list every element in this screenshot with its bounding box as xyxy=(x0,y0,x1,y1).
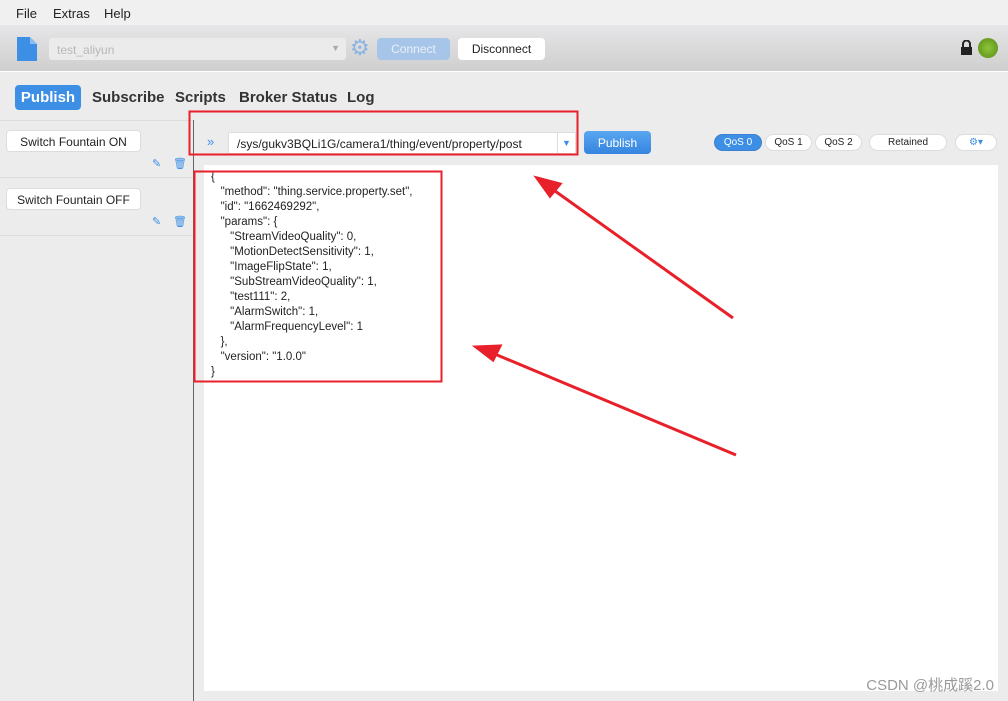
edit-icon[interactable]: ✎ xyxy=(152,157,161,170)
disconnect-button[interactable]: Disconnect xyxy=(458,38,545,60)
options-gear-icon[interactable]: ⚙▾ xyxy=(955,134,997,151)
topic-input[interactable]: /sys/gukv3BQLi1G/camera1/thing/event/pro… xyxy=(228,132,576,154)
qos-0-button[interactable]: QoS 0 xyxy=(714,134,762,151)
profile-select[interactable]: test_aliyun ▼ xyxy=(49,38,346,60)
divider xyxy=(0,235,193,236)
connect-button[interactable]: Connect xyxy=(377,38,450,60)
tab-scripts[interactable]: Scripts xyxy=(175,85,226,110)
chevron-down-icon[interactable]: ▼ xyxy=(557,133,575,153)
panel-splitter[interactable] xyxy=(193,120,194,701)
trash-icon[interactable]: 🗑 xyxy=(173,215,187,228)
tab-subscribe[interactable]: Subscribe xyxy=(92,85,165,110)
trash-icon[interactable]: 🗑 xyxy=(173,157,187,170)
topic-value: /sys/gukv3BQLi1G/camera1/thing/event/pro… xyxy=(237,137,522,151)
gear-icon[interactable]: ⚙ xyxy=(350,37,370,59)
lock-icon xyxy=(961,40,972,55)
tab-publish[interactable]: Publish xyxy=(15,85,81,110)
retained-toggle[interactable]: Retained xyxy=(869,134,947,151)
expand-icon[interactable]: » xyxy=(207,134,214,149)
script-button[interactable]: Switch Fountain ON xyxy=(6,130,141,152)
divider xyxy=(0,120,193,121)
tab-broker-status[interactable]: Broker Status xyxy=(239,85,337,110)
payload-editor[interactable]: { "method": "thing.service.property.set"… xyxy=(204,165,998,691)
profile-value: test_aliyun xyxy=(57,43,115,57)
script-button[interactable]: Switch Fountain OFF xyxy=(6,188,141,210)
qos-2-button[interactable]: QoS 2 xyxy=(815,134,862,151)
tab-log[interactable]: Log xyxy=(347,85,375,110)
watermark: CSDN @桃成蹊2.0 xyxy=(866,677,994,694)
chevron-down-icon: ▼ xyxy=(331,43,340,53)
qos-1-button[interactable]: QoS 1 xyxy=(765,134,812,151)
edit-icon[interactable]: ✎ xyxy=(152,215,161,228)
divider xyxy=(0,177,193,178)
connection-status-indicator xyxy=(978,38,998,58)
file-icon[interactable] xyxy=(17,37,37,61)
menu-extras[interactable]: Extras xyxy=(53,6,90,21)
menu-bar: File Extras Help xyxy=(0,0,1008,25)
publish-button[interactable]: Publish xyxy=(584,131,651,154)
menu-help[interactable]: Help xyxy=(104,6,131,21)
connection-toolbar: test_aliyun ▼ ⚙ Connect Disconnect xyxy=(0,25,1008,72)
menu-file[interactable]: File xyxy=(16,6,37,21)
